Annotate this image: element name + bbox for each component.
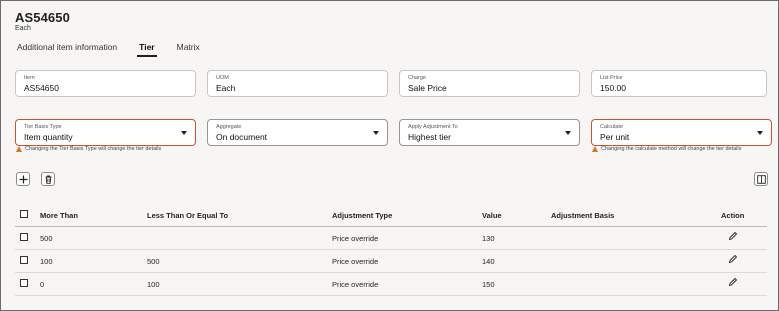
col-adjustment-basis: Adjustment Basis [551,211,615,220]
edit-pencil-icon[interactable] [728,277,738,287]
calculate-value: Per unit [600,132,630,142]
table-header-row: More Than Less Than Or Equal To Adjustme… [15,204,767,227]
row-checkbox[interactable] [20,256,28,264]
tier-basis-warning: Changing the Tier Basis Type will change… [16,146,161,152]
table-row: 100 500 Price override 140 [15,250,767,273]
aggregate-label: Aggregate [216,124,242,130]
warning-icon [16,146,22,152]
cell-adjustment-type: Price override [332,257,379,266]
cell-more-than: 100 [40,257,53,266]
cell-more-than: 500 [40,234,53,243]
tab-bar: Additional item information Tier Matrix [17,41,222,59]
item-title: AS54650 [15,10,70,25]
tier-basis-type-label: Tier Basis Type [24,124,62,130]
charge-field-label: Charge [408,75,427,81]
row-checkbox[interactable] [20,279,28,287]
calculate-label: Calculate [600,124,623,130]
edit-pencil-icon[interactable] [728,231,738,241]
charge-field: Charge Sale Price [399,70,580,97]
trash-icon [45,175,51,184]
item-field: Item AS54650 [15,70,196,97]
tier-basis-type-value: Item quantity [24,132,73,142]
list-price-field-value: 150.00 [600,83,626,93]
delete-tier-button[interactable] [41,172,55,186]
aggregate-select[interactable]: Aggregate On document [207,119,388,146]
tier-basis-warning-text: Changing the Tier Basis Type will change… [25,146,162,152]
cell-less-than: 500 [147,257,160,266]
table-row: 0 100 Price override 150 [15,273,767,296]
col-value: Value [482,211,502,220]
cell-value: 150 [482,280,495,289]
cell-adjustment-type: Price override [332,234,379,243]
chevron-down-icon [757,131,763,135]
chevron-down-icon [373,131,379,135]
cell-adjustment-type: Price override [332,280,379,289]
item-field-value: AS54650 [24,83,59,93]
col-action: Action [721,211,745,220]
plus-icon [19,175,27,183]
chevron-down-icon [565,131,571,135]
cell-value: 140 [482,257,495,266]
aggregate-value: On document [216,132,268,142]
uom-field-value: Each [216,83,236,93]
calculate-select[interactable]: Calculate Per unit [591,119,772,146]
warning-icon [592,146,598,152]
row-checkbox[interactable] [20,233,28,241]
apply-adjustment-to-label: Apply Adjustment To [408,124,458,130]
apply-adjustment-to-select[interactable]: Apply Adjustment To Highest tier [399,119,580,146]
col-adjustment-type: Adjustment Type [332,211,393,220]
col-less-than: Less Than Or Equal To [147,211,229,220]
list-price-field: List Price 150.00 [591,70,767,97]
column-panel-icon [756,174,766,184]
calculate-warning-text: Changing the calculate method will chang… [601,146,742,152]
tab-matrix[interactable]: Matrix [177,41,200,59]
chevron-down-icon [181,131,187,135]
tab-tier[interactable]: Tier [137,41,158,59]
add-tier-button[interactable] [16,172,30,186]
tier-pricing-panel: AS54650 Each Additional item information… [0,0,779,311]
calculate-warning: Changing the calculate method will chang… [592,146,741,152]
column-settings-button[interactable] [754,172,768,186]
cell-less-than: 100 [147,280,160,289]
apply-adjustment-to-value: Highest tier [408,132,451,142]
list-price-field-label: List Price [600,75,623,81]
tier-basis-type-select[interactable]: Tier Basis Type Item quantity [15,119,196,146]
table-row: 500 Price override 130 [15,227,767,250]
edit-pencil-icon[interactable] [728,254,738,264]
uom-field: UOM Each [207,70,388,97]
item-uom-subtitle: Each [15,25,31,32]
tab-additional-item-information[interactable]: Additional item information [17,41,117,59]
uom-field-label: UOM [216,75,229,81]
charge-field-value: Sale Price [408,83,447,93]
select-all-checkbox[interactable] [20,210,28,218]
cell-more-than: 0 [40,280,45,289]
item-field-label: Item [24,75,35,81]
cell-value: 130 [482,234,495,243]
col-more-than: More Than [40,211,78,220]
